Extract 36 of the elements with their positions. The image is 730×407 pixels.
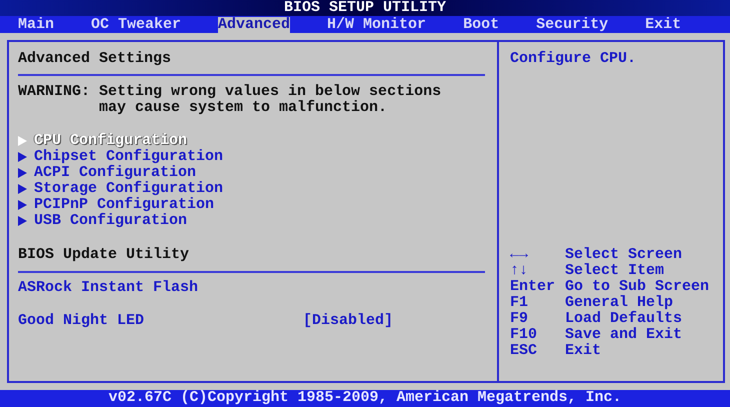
key-label: ↑↓ [510,263,530,279]
submenu-item[interactable]: Storage Configuration [18,181,224,197]
submenu-item[interactable]: Chipset Configuration [18,149,224,165]
warning-label: WARNING: [18,84,90,102]
panel-title: Advanced Settings [18,51,172,67]
key-description: Go to Sub Screen [565,278,710,295]
menu-tab[interactable]: OC Tweaker [91,16,182,32]
menu-tab[interactable]: Boot [463,16,500,32]
section-title: BIOS Update Utility [18,247,190,263]
help-text: Configure CPU. [510,51,638,67]
key-label: F10 [510,327,538,343]
submenu-item[interactable]: USB Configuration [18,213,188,229]
setting-value[interactable]: [Disabled] [303,313,394,329]
key-description: General Help [565,294,674,311]
submenu-item[interactable]: ACPI Configuration [18,165,196,181]
menu-tab[interactable]: Security [536,16,608,32]
menu-tab[interactable]: Exit [645,16,682,32]
key-description: Load Defaults [565,310,682,327]
key-label: Enter [510,279,556,295]
setting-label[interactable]: Good Night LED [18,313,303,329]
warning-text: Setting wrong values in below sections may cause system to malfunction. [99,84,442,116]
window-title: BIOS SETUP UTILITY [0,0,730,16]
submenu-item[interactable]: PCIPnP Configuration [18,197,214,213]
key-label: F9 [510,311,530,327]
key-description: Select Screen [565,246,682,263]
key-label: ESC [510,343,538,359]
key-description: Exit [565,342,602,359]
menu-tab[interactable]: H/W Monitor [327,16,426,32]
key-label: ←→ [510,247,530,263]
menu-tab[interactable]: Main [18,16,54,32]
menu-item[interactable]: ASRock Instant Flash [18,280,198,296]
menu-tab[interactable]: Advanced [218,16,290,32]
key-label: F1 [510,295,530,311]
copyright-footer: v02.67C (C)Copyright 1985-2009, American Megatrends, Inc. [0,390,730,407]
key-description: Select Item [565,262,664,279]
key-description: Save and Exit [565,326,682,343]
